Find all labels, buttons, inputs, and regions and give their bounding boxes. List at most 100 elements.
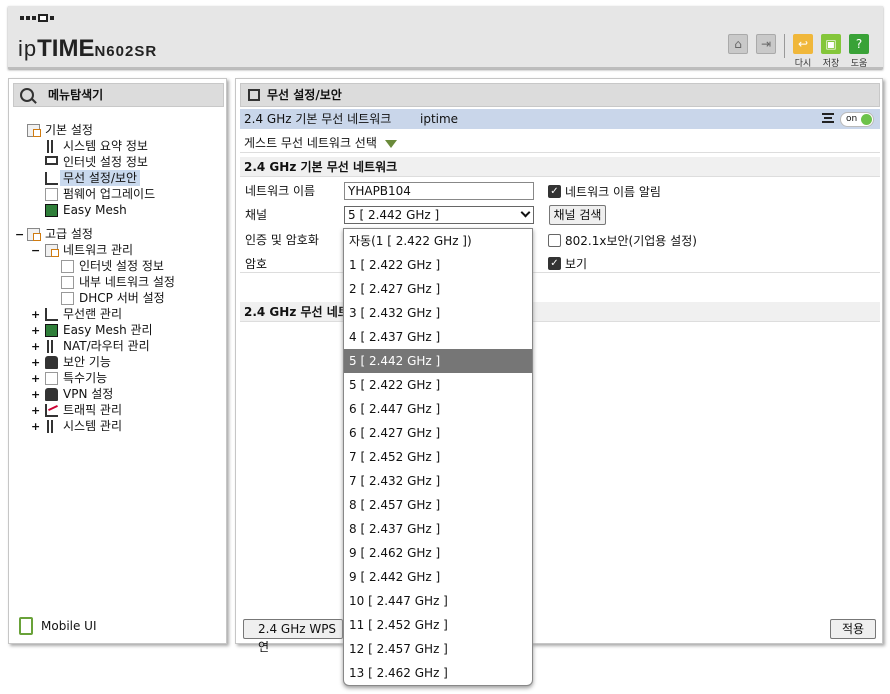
channel-option[interactable]: 3 [ 2.432 GHz ] bbox=[344, 301, 532, 325]
expand-icon[interactable]: + bbox=[31, 356, 41, 369]
wifi-icon bbox=[45, 307, 58, 321]
channel-scan-button[interactable]: 채널 검색 bbox=[549, 205, 606, 225]
wps-button[interactable]: 2.4 GHz WPS연 bbox=[243, 619, 343, 654]
main-panel: 무선 설정/보안 2.4 GHz 기본 무선 네트워크 iptime on 게스… bbox=[235, 78, 883, 654]
channel-option[interactable]: 8 [ 2.437 GHz ] bbox=[344, 517, 532, 541]
tree-system-summary[interactable]: 시스템 요약 정보 bbox=[45, 138, 148, 154]
checkbox-icon bbox=[548, 233, 561, 247]
page-icon bbox=[61, 291, 74, 305]
tree-easy-mesh-management[interactable]: Easy Mesh 관리 bbox=[45, 322, 153, 338]
channel-option[interactable]: 8 [ 2.457 GHz ] bbox=[344, 493, 532, 517]
channel-option[interactable]: 12 [ 2.457 GHz ] bbox=[344, 637, 532, 661]
apply-button[interactable]: 적용 bbox=[830, 619, 876, 639]
firmware-icon bbox=[45, 187, 58, 201]
home-icon[interactable]: ⌂ bbox=[728, 34, 748, 54]
tree-lan-setup[interactable]: 내부 네트워크 설정 bbox=[61, 274, 175, 290]
channel-option[interactable]: 5 [ 2.422 GHz ] bbox=[344, 373, 532, 397]
expand-icon[interactable]: + bbox=[31, 324, 41, 337]
band-label: 2.4 GHz 기본 무선 네트워크 bbox=[244, 112, 392, 126]
tree-system-management[interactable]: 시스템 관리 bbox=[45, 418, 122, 434]
tree-firmware-upgrade[interactable]: 펌웨어 업그레이드 bbox=[45, 186, 155, 202]
channel-option[interactable]: 4 [ 2.437 GHz ] bbox=[344, 325, 532, 349]
checkmark-icon: ✓ bbox=[548, 256, 561, 270]
channel-option[interactable]: 1 [ 2.422 GHz ] bbox=[344, 253, 532, 277]
filter-icon[interactable] bbox=[822, 113, 834, 123]
tree-special[interactable]: 특수기능 bbox=[45, 370, 107, 386]
tree-internet-setup[interactable]: 인터넷 설정 정보 bbox=[61, 258, 164, 274]
undo-icon: ↩ bbox=[793, 34, 813, 54]
collapse-icon[interactable]: − bbox=[15, 228, 25, 241]
checkmark-icon: ✓ bbox=[548, 184, 561, 198]
phone-icon bbox=[19, 617, 33, 635]
expand-icon[interactable]: + bbox=[31, 340, 41, 353]
channel-option[interactable]: 5 [ 2.442 GHz ] bbox=[344, 349, 532, 373]
network-name-input[interactable]: YHAPB104 bbox=[344, 182, 534, 200]
tree-dhcp-setup[interactable]: DHCP 서버 설정 bbox=[61, 290, 165, 306]
channel-label: 채널 bbox=[245, 208, 268, 222]
undo-button[interactable]: ↩ 다시 bbox=[793, 34, 813, 69]
header-bar: ipTIMEN602SR ⌂ ⇥ ↩ 다시 ▣ 저장 ? 도움 bbox=[8, 6, 883, 69]
undo-label: 다시 bbox=[794, 59, 812, 69]
triangle-down-icon bbox=[384, 139, 397, 148]
folder-icon bbox=[27, 123, 41, 137]
expand-icon[interactable]: + bbox=[31, 372, 41, 385]
channel-option[interactable]: 2 [ 2.427 GHz ] bbox=[344, 277, 532, 301]
vpn-icon bbox=[45, 387, 58, 401]
tree-wlan-management[interactable]: 무선랜 관리 bbox=[45, 306, 122, 322]
toggle-knob bbox=[861, 114, 872, 125]
logo-dots bbox=[20, 14, 54, 22]
expand-icon[interactable]: + bbox=[31, 388, 41, 401]
show-password-checkbox[interactable]: ✓ 보기 bbox=[548, 254, 587, 272]
brand-logo: ipTIMEN602SR bbox=[18, 35, 158, 62]
channel-option[interactable]: 10 [ 2.447 GHz ] bbox=[344, 589, 532, 613]
channel-option[interactable]: 9 [ 2.462 GHz ] bbox=[344, 541, 532, 565]
channel-option[interactable]: 6 [ 2.447 GHz ] bbox=[344, 397, 532, 421]
channel-option[interactable]: 7 [ 2.432 GHz ] bbox=[344, 469, 532, 493]
mesh-icon bbox=[45, 323, 58, 337]
tree-internet-info[interactable]: 인터넷 설정 정보 bbox=[45, 154, 148, 170]
band-header[interactable]: 2.4 GHz 기본 무선 네트워크 iptime on bbox=[240, 109, 880, 129]
folder-icon bbox=[27, 227, 41, 241]
tree-traffic[interactable]: 트래픽 관리 bbox=[45, 402, 122, 418]
save-button[interactable]: ▣ 저장 bbox=[821, 34, 841, 69]
search-icon bbox=[20, 88, 34, 102]
mobile-ui-link[interactable]: Mobile UI bbox=[19, 617, 97, 635]
expand-icon[interactable]: + bbox=[31, 420, 41, 433]
system-icon bbox=[45, 419, 58, 433]
router-icon bbox=[45, 339, 58, 353]
tree-security[interactable]: 보안 기능 bbox=[45, 354, 111, 370]
dot1x-checkbox[interactable]: 802.1x보안(기업용 설정) bbox=[548, 231, 697, 249]
wifi-icon bbox=[45, 171, 58, 185]
tree-network-management[interactable]: 네트워크 관리 bbox=[45, 242, 133, 258]
tree-nat-router[interactable]: NAT/라우터 관리 bbox=[45, 338, 150, 354]
channel-dropdown-list[interactable]: 자동(1 [ 2.422 GHz ]) 1 [ 2.422 GHz ] 2 [ 2.… bbox=[343, 228, 533, 686]
mesh-icon bbox=[45, 203, 58, 217]
band-ssid: iptime bbox=[420, 112, 459, 126]
channel-option[interactable]: 9 [ 2.442 GHz ] bbox=[344, 565, 532, 589]
tree-advanced-settings[interactable]: 고급 설정 bbox=[27, 226, 93, 242]
wireless-toggle[interactable]: on bbox=[840, 112, 874, 127]
tree-wireless-security[interactable]: 무선 설정/보안 bbox=[45, 170, 141, 186]
logout-icon[interactable]: ⇥ bbox=[756, 34, 776, 54]
menu-explorer-title: 메뉴탐색기 bbox=[13, 83, 224, 107]
channel-option[interactable]: 11 [ 2.452 GHz ] bbox=[344, 613, 532, 637]
window-icon bbox=[248, 89, 260, 101]
help-button[interactable]: ? 도움 bbox=[849, 34, 869, 69]
page-icon bbox=[61, 275, 74, 289]
channel-option[interactable]: 7 [ 2.452 GHz ] bbox=[344, 445, 532, 469]
broadcast-checkbox[interactable]: ✓ 네트워크 이름 알림 bbox=[548, 182, 661, 200]
collapse-icon[interactable]: − bbox=[31, 244, 41, 257]
expand-icon[interactable]: + bbox=[31, 308, 41, 321]
channel-select[interactable]: 5 [ 2.442 GHz ] bbox=[344, 206, 534, 224]
expand-icon[interactable]: + bbox=[31, 404, 41, 417]
tree-vpn[interactable]: VPN 설정 bbox=[45, 386, 113, 402]
save-icon: ▣ bbox=[821, 34, 841, 54]
channel-option[interactable]: 13 [ 2.462 GHz ] bbox=[344, 661, 532, 685]
channel-option[interactable]: 자동(1 [ 2.422 GHz ]) bbox=[344, 229, 532, 253]
channel-option[interactable]: 6 [ 2.427 GHz ] bbox=[344, 421, 532, 445]
divider bbox=[240, 272, 880, 273]
guest-network-select[interactable]: 게스트 무선 네트워크 선택 bbox=[240, 133, 880, 153]
tree-easy-mesh[interactable]: Easy Mesh bbox=[45, 202, 127, 218]
tree-basic-settings[interactable]: 기본 설정 bbox=[27, 122, 93, 138]
lock-icon bbox=[45, 355, 58, 369]
